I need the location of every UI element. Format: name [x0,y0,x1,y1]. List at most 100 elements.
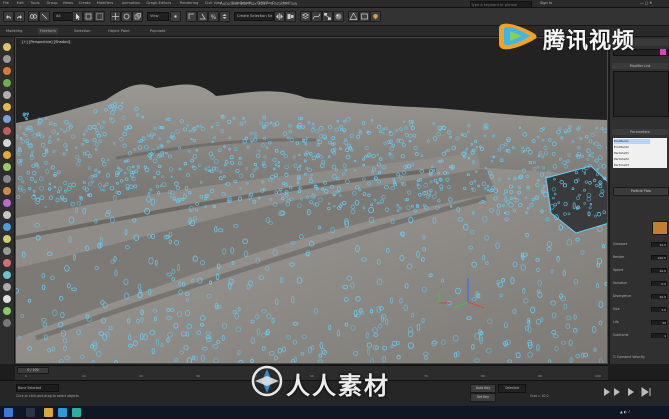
shape-icon[interactable] [3,139,11,147]
list-item[interactable]: Emitter02 [614,145,650,150]
param-spinner[interactable]: 1 [651,333,667,338]
unlink-icon[interactable] [39,11,50,22]
set-key-button[interactable]: Set Key [470,393,496,402]
3dsmax-taskbar-icon[interactable] [72,408,81,417]
particle-flow-button[interactable]: Particle Flow [613,187,669,196]
menu-item-scripting[interactable]: Scripting [257,0,273,7]
search-input[interactable]: Type a keyword or phrase [470,1,532,8]
region-select-icon[interactable] [94,11,105,22]
dynamics-icon[interactable] [3,283,11,291]
patch-icon[interactable] [3,211,11,219]
spinner-snap-icon[interactable] [219,11,230,22]
browser-icon[interactable] [58,408,67,417]
menu-item-create[interactable]: Create [79,0,91,7]
menu-item-rendering[interactable]: Rendering [180,0,198,7]
stairs-icon[interactable] [3,259,11,267]
move-icon[interactable] [110,11,121,22]
menu-item-group[interactable]: Group [47,0,58,7]
curve-editor-icon[interactable] [311,11,322,22]
window-icon[interactable] [3,247,11,255]
plane-icon[interactable] [3,91,11,99]
file-explorer-icon[interactable] [44,408,53,417]
nurbs-icon[interactable] [3,223,11,231]
param-spinner[interactable]: 10.0 [651,268,667,273]
modifier-stack[interactable] [613,71,669,117]
rotate-icon[interactable] [121,11,132,22]
time-slider[interactable]: 0 / 100 [17,367,49,374]
scale-icon[interactable] [132,11,143,22]
param-spinner[interactable]: 10.0 [651,294,667,299]
param-spinner[interactable]: 100.0 [651,255,667,260]
select-by-name-icon[interactable] [83,11,94,22]
render-icon[interactable] [370,11,381,22]
geometry-icon[interactable] [3,163,11,171]
box-icon[interactable] [3,67,11,75]
schematic-view-icon[interactable] [322,11,333,22]
menu-item-views[interactable]: Views [63,0,73,7]
sign-in-button[interactable]: Sign In [540,0,552,7]
percent-snap-icon[interactable]: % [208,11,219,22]
tab-modeling[interactable]: Modeling [4,28,24,34]
menu-item-tools[interactable]: Tools [31,0,40,7]
redo-icon[interactable] [14,11,25,22]
menu-item-graph-editors[interactable]: Graph Editors [146,0,171,7]
rendered-frame-icon[interactable] [359,11,370,22]
aec-icon[interactable] [3,271,11,279]
list-item[interactable]: Particle01 [614,151,650,156]
menu-item-help[interactable]: Help [281,0,289,7]
particle-icon[interactable] [3,187,11,195]
viewport-label[interactable]: [+] [Perspective] [Shaded] [20,40,73,44]
compound-icon[interactable] [3,199,11,207]
align-icon[interactable] [285,11,296,22]
sphere-icon[interactable] [3,55,11,63]
param-spinner[interactable]: 0.0 [651,281,667,286]
snap-toggle-icon[interactable] [186,11,197,22]
menu-item-customize[interactable]: Customize [232,0,251,7]
start-menu-icon[interactable] [4,408,13,417]
door-icon[interactable] [3,235,11,243]
list-item[interactable]: Particle02 [614,157,650,162]
pivot-icon[interactable] [170,11,181,22]
tab-freeform[interactable]: Freeform [38,28,59,34]
param-spinner[interactable]: 1.0 [651,307,667,312]
mirror-icon[interactable] [274,11,285,22]
menu-item-animation[interactable]: Animation [122,0,140,7]
selection-filter-dropdown[interactable]: All [53,12,73,21]
menu-item-file[interactable]: File [3,0,9,7]
window-controls[interactable]: — ▢ ✕ [640,0,652,7]
search-taskbar-icon[interactable] [26,408,35,417]
link-icon[interactable] [28,11,39,22]
auto-key-button[interactable]: Auto Key [470,384,496,393]
param-spinner[interactable]: 30 [651,320,667,325]
named-selection-field[interactable]: Create Selection Se [234,12,274,21]
teapot-icon[interactable] [3,103,11,111]
system-icon[interactable] [3,151,11,159]
cloth-icon[interactable] [3,307,11,315]
light-icon[interactable] [3,43,11,51]
playback-controls[interactable] [600,384,660,400]
object-color-swatch[interactable] [660,49,666,55]
undo-icon[interactable] [3,11,14,22]
constant-velocity-checkbox[interactable]: ☑ Constant Velocity [613,355,667,360]
param-spinner[interactable]: 10.0 [651,242,667,247]
material-swatch[interactable] [652,221,668,235]
modifier-list-header[interactable]: Modifier List [612,63,668,69]
cylinder-icon[interactable] [3,79,11,87]
reference-coordinate-dropdown[interactable]: View [147,12,169,21]
material-editor-icon[interactable] [333,11,344,22]
perspective-viewport[interactable]: [+] [Perspective] [Shaded] [15,37,608,364]
key-filter-dropdown[interactable]: Selected [498,384,526,393]
hair-icon[interactable] [3,319,11,327]
mesh-icon[interactable] [3,295,11,303]
angle-snap-icon[interactable] [197,11,208,22]
menu-item-modifiers[interactable]: Modifiers [97,0,113,7]
render-setup-icon[interactable] [348,11,359,22]
tab-selection[interactable]: Selection [72,28,93,34]
menu-item-edit[interactable]: Edit [17,0,24,7]
layer-explorer-icon[interactable] [300,11,311,22]
list-item[interactable]: Emitter01 [614,139,650,144]
tab-object-paint[interactable]: Object Paint [106,28,132,34]
spacewarp-icon[interactable] [3,175,11,183]
menu-item-civil-view[interactable]: Civil View [205,0,222,7]
list-item[interactable]: Particle03 [614,163,650,167]
